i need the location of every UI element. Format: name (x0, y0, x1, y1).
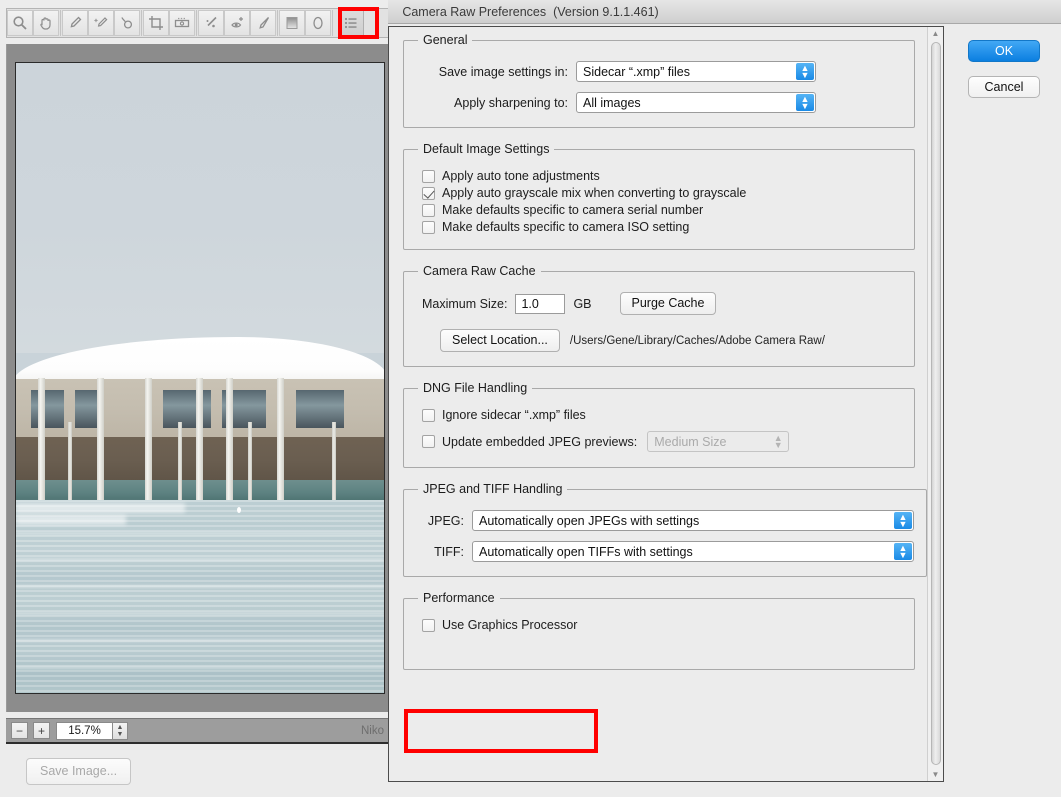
jpeg-label: JPEG: (416, 514, 464, 528)
camera-raw-preferences-dialog: General Save image settings in: Sidecar … (388, 0, 1061, 783)
zoom-in-button[interactable]: + (33, 722, 50, 739)
ok-button[interactable]: OK (968, 40, 1040, 62)
dng-file-handling-group: DNG File Handling Ignore sidecar “.xmp” … (403, 381, 915, 468)
camera-model-label: Niko (361, 725, 384, 737)
checkbox-use-graphics-processor[interactable] (422, 619, 435, 632)
general-group-legend: General (418, 33, 472, 47)
select-arrows-icon: ▲▼ (894, 543, 912, 560)
zoom-out-button[interactable]: − (11, 722, 28, 739)
checkbox-update-previews[interactable] (422, 435, 435, 448)
general-group: General Save image settings in: Sidecar … (403, 33, 915, 128)
dng-file-handling-legend: DNG File Handling (418, 381, 532, 395)
raw-photo-preview (15, 62, 385, 694)
purge-cache-button[interactable]: Purge Cache (620, 292, 717, 315)
maximum-size-input[interactable]: 1.0 (515, 294, 565, 314)
default-image-settings-legend: Default Image Settings (418, 142, 554, 156)
jpeg-tiff-handling-legend: JPEG and TIFF Handling (418, 482, 567, 496)
jpeg-handling-value: Automatically open JPEGs with settings (479, 514, 699, 528)
photo-sky (16, 63, 384, 353)
default-image-settings-group: Default Image Settings Apply auto tone a… (403, 142, 915, 250)
save-image-settings-label: Save image settings in: (416, 65, 568, 79)
cancel-button[interactable]: Cancel (968, 76, 1040, 98)
apply-sharpening-row: Apply sharpening to: All images ▲▼ (416, 92, 902, 113)
preferences-scroll-pane[interactable]: General Save image settings in: Sidecar … (389, 27, 927, 781)
maximum-size-label: Maximum Size: (422, 297, 507, 311)
jpeg-handling-select[interactable]: Automatically open JPEGs with settings ▲… (472, 510, 914, 531)
page-title: Camera Raw Preferences (Version 9.1.1.46… (0, 0, 1061, 23)
preview-size-value: Medium Size (654, 435, 726, 449)
save-image-settings-row: Save image settings in: Sidecar “.xmp” f… (416, 61, 902, 82)
checkbox-update-previews-label: Update embedded JPEG previews: (442, 435, 637, 449)
camera-raw-cache-legend: Camera Raw Cache (418, 264, 541, 278)
apply-sharpening-value: All images (583, 96, 641, 110)
zoom-stepper[interactable]: ▲ ▼ (112, 722, 128, 740)
performance-legend: Performance (418, 591, 500, 605)
select-arrows-icon: ▲▼ (894, 512, 912, 529)
chevron-up-icon: ▲ (117, 724, 124, 731)
preferences-vertical-scrollbar[interactable]: ▲ ▼ (927, 27, 943, 781)
scroll-up-arrow-icon[interactable]: ▲ (928, 27, 943, 40)
checkbox-row-camera-iso[interactable]: Make defaults specific to camera ISO set… (422, 220, 902, 234)
preview-size-select: Medium Size ▲▼ (647, 431, 789, 452)
tiff-row: TIFF: Automatically open TIFFs with sett… (416, 541, 914, 562)
checkbox-row-ignore-sidecar[interactable]: Ignore sidecar “.xmp” files (422, 408, 902, 422)
tiff-handling-value: Automatically open TIFFs with settings (479, 545, 693, 559)
maximum-size-row: Maximum Size: 1.0 GB Purge Cache (416, 292, 902, 315)
checkbox-row-auto-tone[interactable]: Apply auto tone adjustments (422, 169, 902, 183)
save-image-button[interactable]: Save Image... (26, 758, 131, 785)
chevron-down-icon: ▼ (117, 731, 124, 738)
checkbox-camera-serial-label: Make defaults specific to camera serial … (442, 203, 703, 217)
cache-path-text: /Users/Gene/Library/Caches/Adobe Camera … (570, 335, 825, 347)
checkbox-use-graphics-processor-label: Use Graphics Processor (442, 618, 577, 632)
camera-raw-window: − + 15.7% ▲ ▼ Niko Save Image... (0, 0, 390, 797)
select-arrows-icon: ▲▼ (769, 433, 787, 450)
checkbox-row-use-graphics-processor[interactable]: Use Graphics Processor (422, 618, 902, 632)
dialog-content-panel: General Save image settings in: Sidecar … (388, 26, 944, 782)
preview-status-bar: − + 15.7% ▲ ▼ Niko (6, 718, 390, 744)
checkbox-auto-tone[interactable] (422, 170, 435, 183)
checkbox-camera-iso[interactable] (422, 221, 435, 234)
jpeg-row: JPEG: Automatically open JPEGs with sett… (416, 510, 914, 531)
scroll-down-arrow-icon[interactable]: ▼ (928, 768, 943, 781)
scrollbar-thumb[interactable] (931, 42, 941, 765)
checkbox-camera-serial[interactable] (422, 204, 435, 217)
jpeg-tiff-handling-group: JPEG and TIFF Handling JPEG: Automatical… (403, 482, 927, 577)
maximum-size-units: GB (573, 297, 591, 311)
checkbox-row-auto-grayscale[interactable]: Apply auto grayscale mix when converting… (422, 186, 902, 200)
photo-water (16, 500, 384, 693)
apply-sharpening-select[interactable]: All images ▲▼ (576, 92, 816, 113)
select-location-button[interactable]: Select Location... (440, 329, 560, 352)
tiff-label: TIFF: (416, 545, 464, 559)
checkbox-ignore-sidecar-label: Ignore sidecar “.xmp” files (442, 408, 586, 422)
zoom-level-value[interactable]: 15.7% (56, 722, 112, 740)
checkbox-row-camera-serial[interactable]: Make defaults specific to camera serial … (422, 203, 902, 217)
camera-raw-cache-group: Camera Raw Cache Maximum Size: 1.0 GB Pu… (403, 264, 915, 367)
checkbox-auto-grayscale[interactable] (422, 187, 435, 200)
cache-location-row: Select Location... /Users/Gene/Library/C… (416, 329, 902, 352)
select-arrows-icon: ▲▼ (796, 94, 814, 111)
save-image-settings-select[interactable]: Sidecar “.xmp” files ▲▼ (576, 61, 816, 82)
checkbox-auto-tone-label: Apply auto tone adjustments (442, 169, 600, 183)
tiff-handling-select[interactable]: Automatically open TIFFs with settings ▲… (472, 541, 914, 562)
select-arrows-icon: ▲▼ (796, 63, 814, 80)
checkbox-ignore-sidecar[interactable] (422, 409, 435, 422)
checkbox-camera-iso-label: Make defaults specific to camera ISO set… (442, 220, 689, 234)
apply-sharpening-label: Apply sharpening to: (416, 96, 568, 110)
checkbox-row-update-previews[interactable]: Update embedded JPEG previews: Medium Si… (422, 431, 902, 452)
save-image-settings-value: Sidecar “.xmp” files (583, 65, 690, 79)
checkbox-auto-grayscale-label: Apply auto grayscale mix when converting… (442, 186, 746, 200)
performance-group: Performance Use Graphics Processor (403, 591, 915, 670)
image-preview-area[interactable] (6, 44, 390, 712)
